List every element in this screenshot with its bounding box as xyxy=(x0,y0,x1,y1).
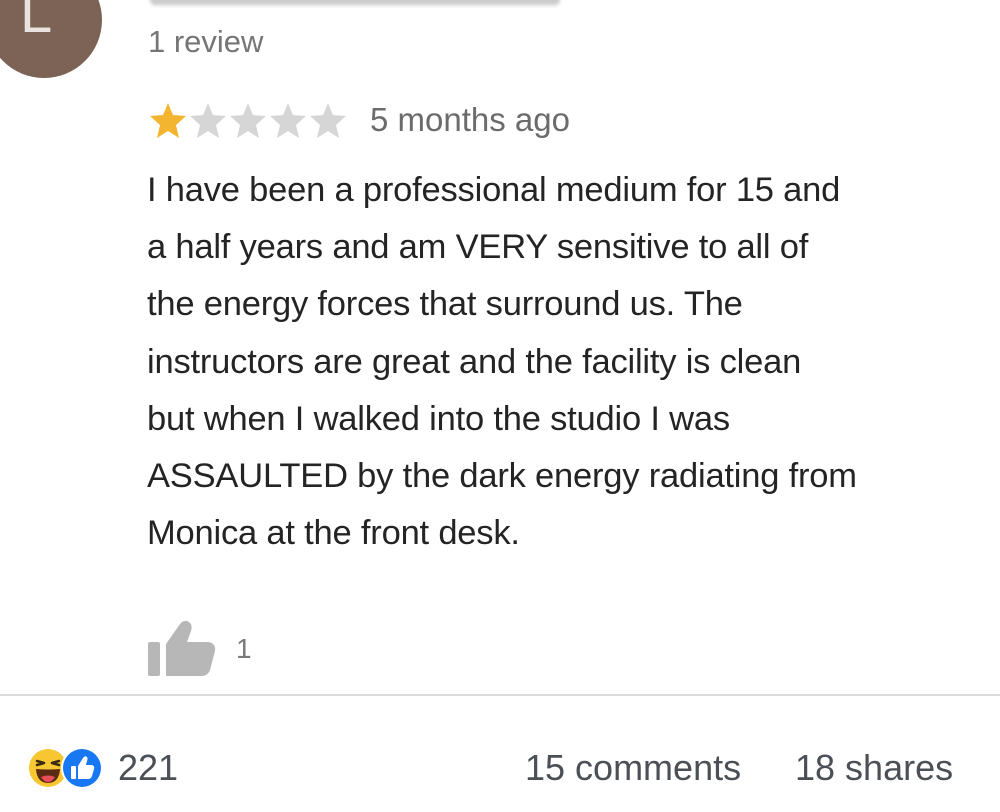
like-row: 1 xyxy=(146,618,252,680)
reactions-summary[interactable]: 221 xyxy=(28,744,178,792)
reviewer-name-cropped xyxy=(150,0,560,6)
thumbs-up-icon[interactable] xyxy=(146,618,220,680)
reaction-count: 221 xyxy=(118,747,179,788)
comments-link[interactable]: 15 comments xyxy=(525,746,741,790)
review-text-line: but when I walked into the studio I was xyxy=(147,399,730,438)
review-timestamp: 5 months ago xyxy=(370,101,570,138)
star-empty-icon xyxy=(310,103,346,138)
like-count: 1 xyxy=(236,633,252,664)
star-rating xyxy=(146,100,346,140)
review-text-line: a half years and am VERY sensitive to al… xyxy=(147,228,809,267)
review-text-line: Monica at the front desk. xyxy=(147,514,520,553)
review-body: I have been a professional medium for 15… xyxy=(147,162,1000,562)
star-empty-icon xyxy=(230,103,266,138)
review-text-line: the energy forces that surround us. The xyxy=(147,285,743,324)
shares-link[interactable]: 18 shares xyxy=(795,746,953,790)
review-text-line: ASSAULTED by the dark energy radiating f… xyxy=(147,457,857,496)
review-card: L 1 review 5 months ago I have been a pr… xyxy=(0,0,1000,694)
rating-row: 5 months ago xyxy=(146,98,570,142)
avatar-initial: L xyxy=(20,0,53,45)
star-empty-icon xyxy=(190,103,226,138)
like-reaction-icon xyxy=(61,747,103,789)
star-empty-icon xyxy=(270,103,306,138)
post-footer: 221 15 comments 18 shares xyxy=(0,696,1000,812)
star-filled-icon xyxy=(150,103,186,138)
review-text-line: instructors are great and the facility i… xyxy=(147,342,802,381)
reviewer-review-count: 1 review xyxy=(148,24,264,59)
reviewer-avatar[interactable]: L xyxy=(0,0,102,78)
reaction-icons xyxy=(28,746,106,790)
review-text-line: I have been a professional medium for 15… xyxy=(147,171,841,209)
